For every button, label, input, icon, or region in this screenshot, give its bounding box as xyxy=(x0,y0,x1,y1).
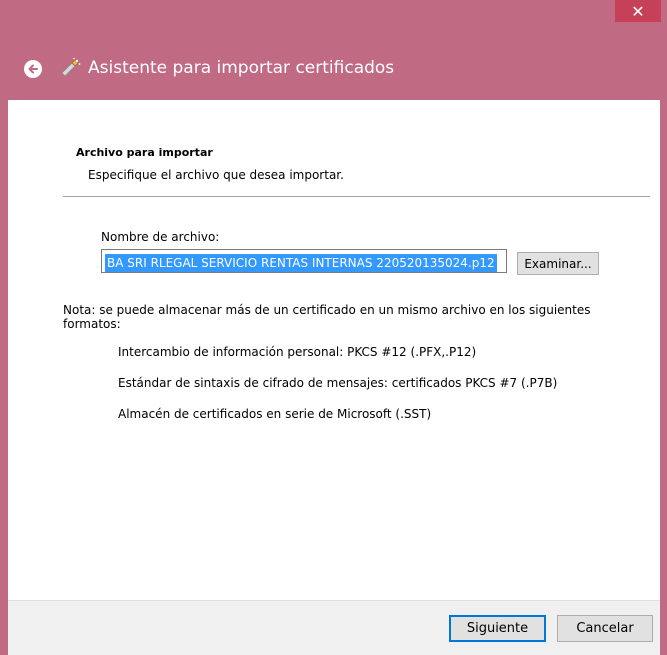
formats-note: Nota: se puede almacenar más de un certi… xyxy=(63,303,591,331)
section-title: Archivo para importar xyxy=(76,146,213,159)
section-description: Especifique el archivo que desea importa… xyxy=(88,168,344,182)
file-name-value: BA SRI RLEGAL SERVICIO RENTAS INTERNAS 2… xyxy=(105,254,497,272)
title-bar: ✕ Asistente para importar certificados xyxy=(0,0,667,100)
header-divider xyxy=(63,196,650,197)
format-item: Almacén de certificados en serie de Micr… xyxy=(118,407,432,421)
button-bar: Siguiente Cancelar xyxy=(8,600,660,655)
format-item: Intercambio de información personal: PKC… xyxy=(118,345,477,359)
cancel-button[interactable]: Cancelar xyxy=(557,615,653,642)
next-button[interactable]: Siguiente xyxy=(449,615,546,642)
browse-button[interactable]: Examinar... xyxy=(517,252,599,275)
wizard-window: ✕ Asistente para importar certificados A… xyxy=(0,0,667,655)
file-name-input[interactable]: BA SRI RLEGAL SERVICIO RENTAS INTERNAS 2… xyxy=(101,249,507,273)
back-arrow-icon xyxy=(28,64,38,74)
wizard-content: Archivo para importar Especifique el arc… xyxy=(8,100,660,600)
format-item: Estándar de sintaxis de cifrado de mensa… xyxy=(118,376,558,390)
file-name-label: Nombre de archivo: xyxy=(101,230,220,244)
certificate-wizard-icon xyxy=(61,57,81,77)
close-button[interactable]: ✕ xyxy=(615,0,661,22)
back-button[interactable] xyxy=(24,60,42,78)
wizard-title: Asistente para importar certificados xyxy=(88,58,395,78)
close-icon: ✕ xyxy=(631,1,645,21)
